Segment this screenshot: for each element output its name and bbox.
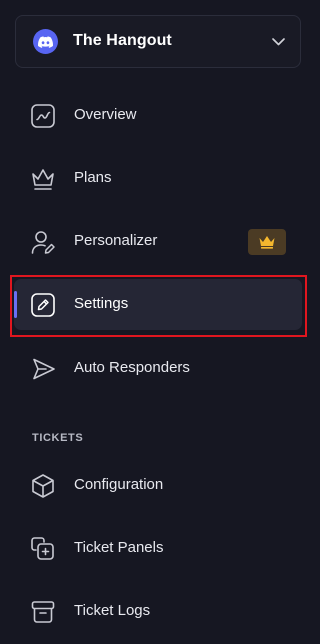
nav-item-overview[interactable]: Overview [10,88,307,143]
server-name: The Hangout [73,32,172,49]
crown-icon [259,236,275,249]
active-indicator [14,291,17,318]
nav-label-ticket-logs: Ticket Logs [74,602,151,619]
nav-label-configuration: Configuration [74,476,164,493]
nav-item-auto-responders[interactable]: Auto Responders [10,341,307,396]
add-copy-icon [29,535,57,563]
user-edit-icon [29,228,57,256]
cube-icon [29,472,57,500]
pencil-icon [29,291,57,319]
premium-badge [248,229,286,255]
nav-label-ticket-panels: Ticket Panels [74,539,164,556]
server-selector[interactable]: The Hangout [15,15,301,68]
nav-label-personalizer: Personalizer [74,232,158,249]
nav-item-configuration[interactable]: Configuration [10,458,307,513]
send-icon [29,355,57,383]
nav-item-personalizer[interactable]: Personalizer [10,214,307,269]
archive-icon [29,598,57,626]
nav-label-auto-responders: Auto Responders [74,359,190,376]
nav-item-ticket-logs[interactable]: Ticket Logs [10,584,307,639]
section-header-tickets: TICKETS [32,432,84,444]
nav-item-plans[interactable]: Plans [10,151,307,206]
nav-label-overview: Overview [74,106,137,123]
nav-label-settings: Settings [74,295,129,312]
activity-chart-icon [29,102,57,130]
nav-item-ticket-panels[interactable]: Ticket Panels [10,521,307,576]
crown-icon [29,165,57,193]
nav-item-settings[interactable]: Settings [14,279,302,330]
discord-icon [33,29,58,54]
nav-label-plans: Plans [74,169,112,186]
chevron-down-icon[interactable] [271,36,286,47]
